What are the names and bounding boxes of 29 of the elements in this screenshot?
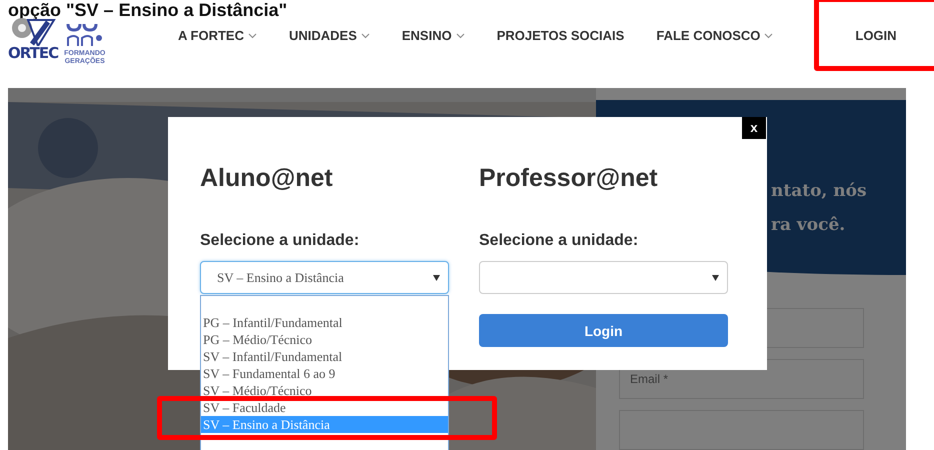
chevron-down-icon xyxy=(456,33,465,39)
banner-text: ntato, nós xyxy=(771,180,868,203)
nav-link[interactable]: FALE CONOSCO xyxy=(656,28,774,44)
unit-select[interactable]: SV – Ensino a Distância xyxy=(200,261,449,294)
dropdown-option[interactable]: SV – Médio/Técnico xyxy=(201,382,448,399)
banner-text: ra você. xyxy=(771,214,846,237)
login-heading: Professor@net xyxy=(479,163,658,194)
chevron-down-icon xyxy=(764,33,774,39)
page-caption: opção "SV – Ensino a Distância" xyxy=(8,0,288,20)
nav-link[interactable]: LOGIN xyxy=(855,28,897,44)
dropdown-option[interactable]: SV – Infantil/Fundamental xyxy=(201,348,448,365)
caret-icon xyxy=(433,274,440,280)
chevron-down-icon xyxy=(360,33,370,39)
dropdown-option[interactable]: PG – Infantil/Fundamental xyxy=(201,314,448,331)
nav-link[interactable]: ENSINO xyxy=(402,28,465,44)
nav-link[interactable]: PROJETOS SOCIAIS xyxy=(496,28,624,44)
logo-wordmark: ORTEC xyxy=(8,46,58,61)
login-button[interactable]: Login xyxy=(479,314,728,347)
dropdown-option[interactable]: PG – Médio/Técnico xyxy=(201,331,448,348)
login-heading: Aluno@net xyxy=(200,163,333,194)
unit-select[interactable] xyxy=(479,261,728,294)
chevron-down-icon xyxy=(248,33,257,39)
nav-link[interactable]: UNIDADES xyxy=(288,28,370,44)
dropdown-option[interactable]: SV – Fundamental 6 ao 9 xyxy=(201,365,448,382)
field-label: Selecione a unidade: xyxy=(200,231,360,251)
nav-link[interactable]: A FORTEC xyxy=(178,28,257,44)
field-label: Selecione a unidade: xyxy=(479,231,638,251)
dropdown-option[interactable]: SV – Faculdade xyxy=(201,399,448,416)
close-button[interactable]: x xyxy=(742,117,766,139)
